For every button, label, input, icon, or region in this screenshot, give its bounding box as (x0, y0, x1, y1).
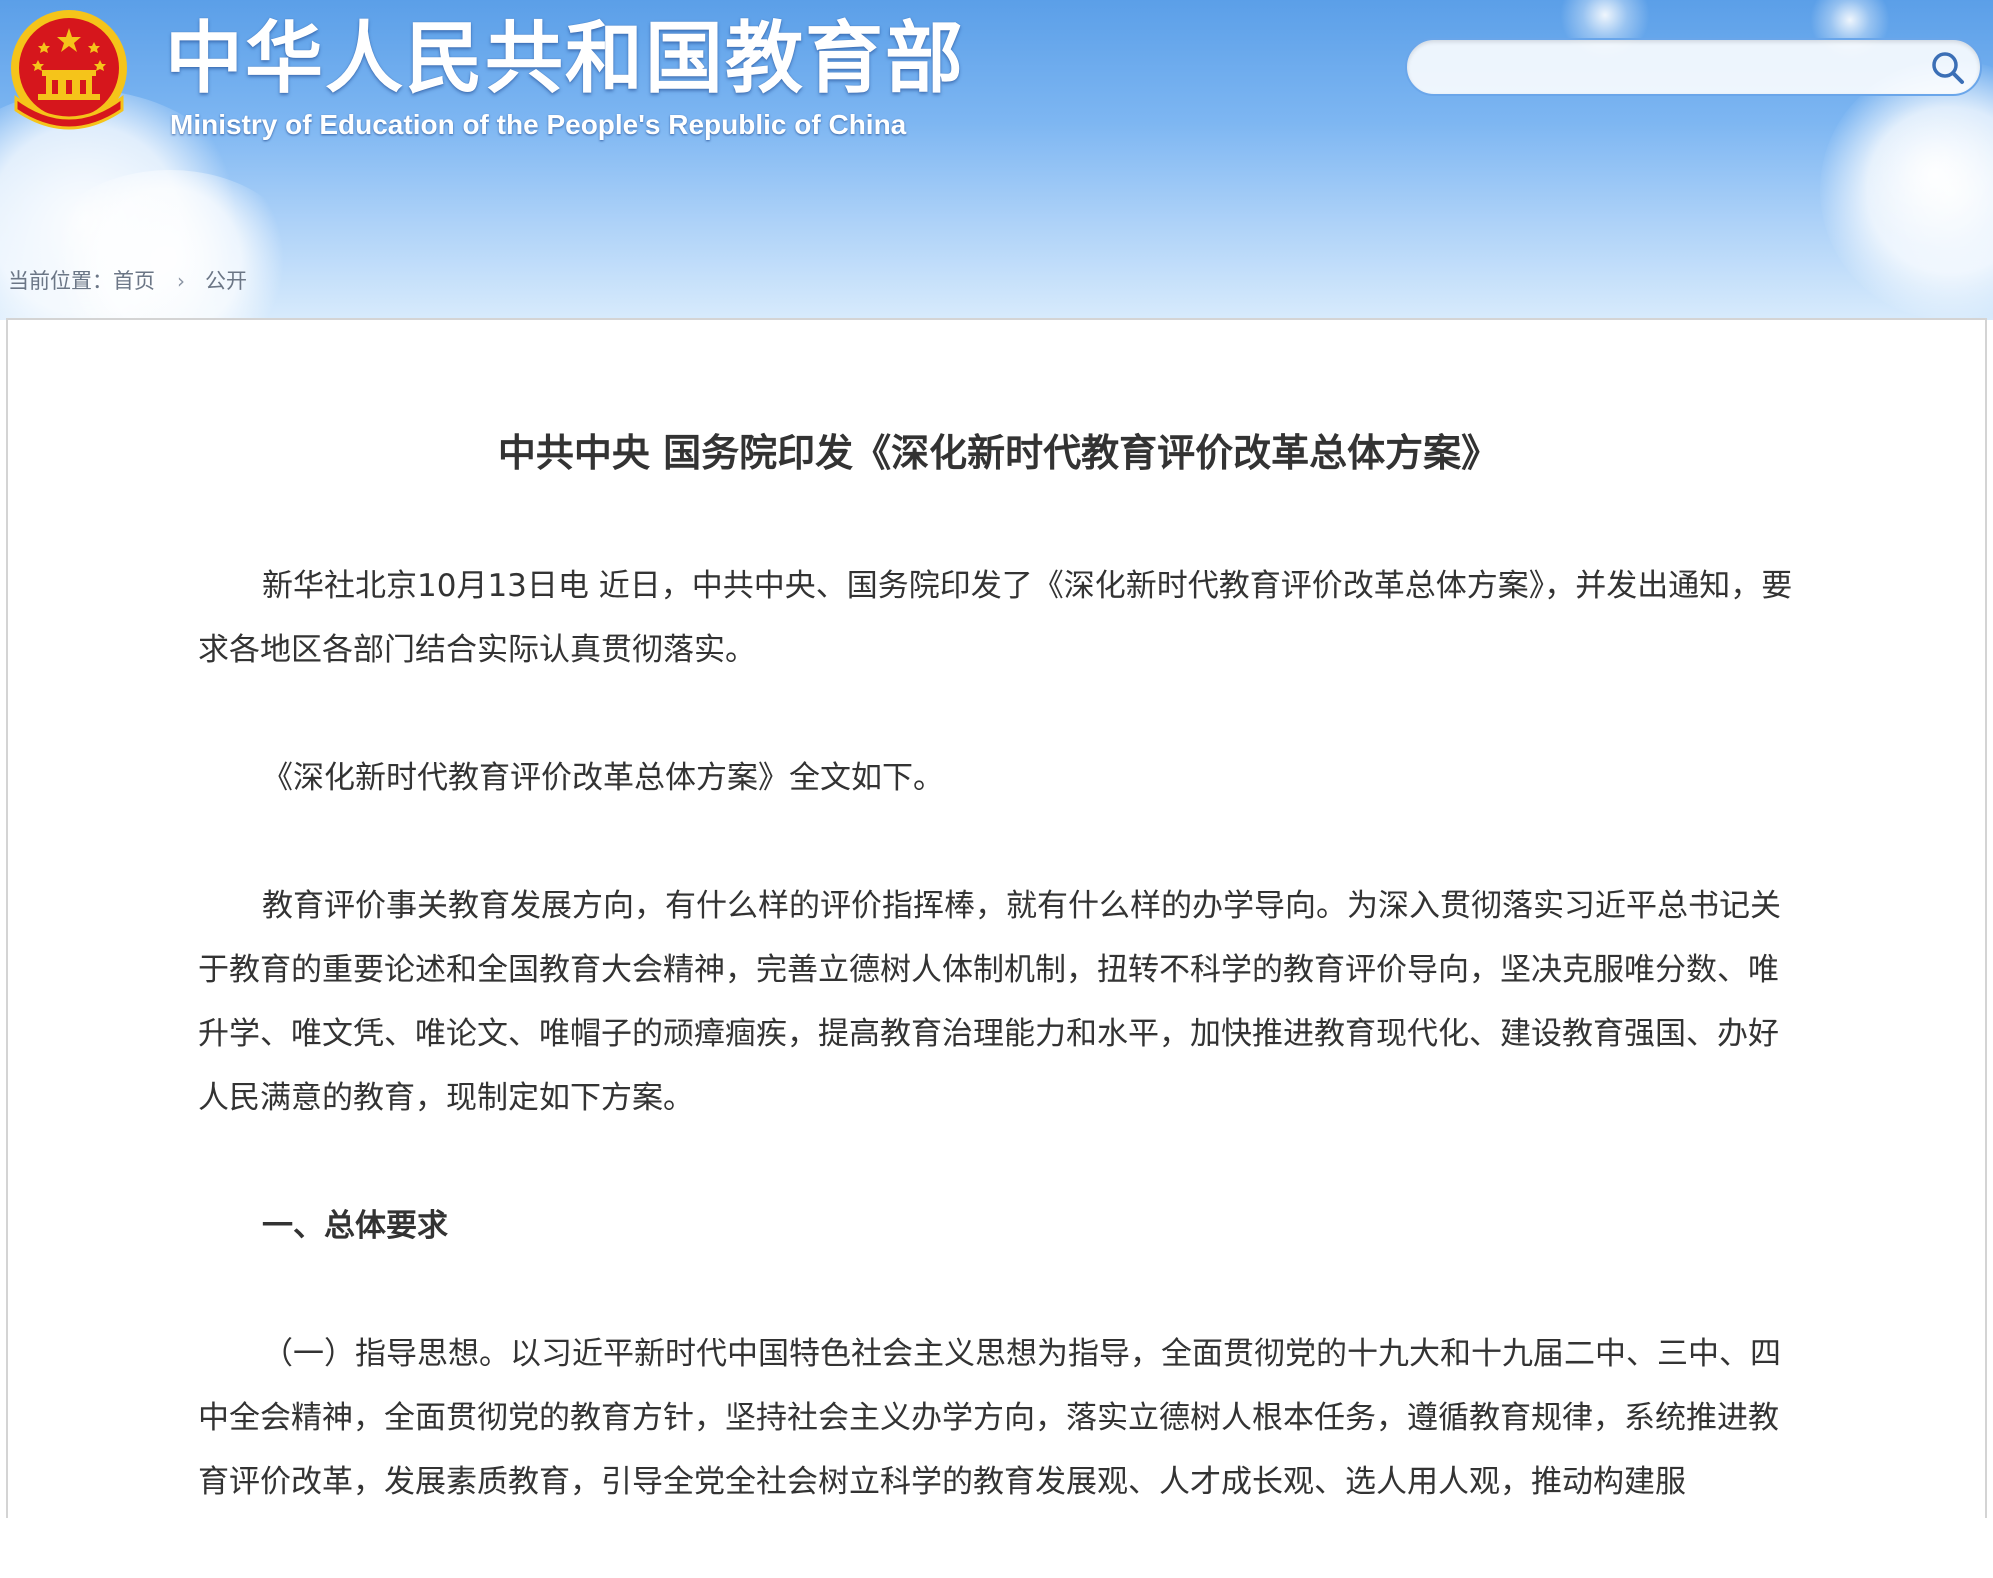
article-paragraph: 教育评价事关教育发展方向，有什么样的评价指挥棒，就有什么样的办学导向。为深入贯彻… (198, 888, 1781, 1116)
chevron-right-icon: › (177, 268, 185, 293)
article-title: 中共中央 国务院印发《深化新时代教育评价改革总体方案》 (497, 431, 1500, 475)
site-subtitle: Ministry of Education of the People's Re… (170, 109, 907, 140)
article-paragraph: 新华社北京10月13日电 近日，中共中央、国务院印发了《深化新时代教育评价改革总… (198, 568, 1793, 668)
site-header: 中华人民共和国教育部 Ministry of Education of the … (0, 0, 1993, 320)
breadcrumb-label: 当前位置： (8, 268, 113, 293)
article-paragraph: 《深化新时代教育评价改革总体方案》全文如下。 (262, 760, 944, 796)
national-emblem-icon (11, 10, 127, 130)
article-container: 中共中央 国务院印发《深化新时代教育评价改革总体方案》 新华社北京10月13日电… (6, 318, 1987, 1518)
breadcrumb-home-link[interactable]: 首页 (113, 266, 155, 296)
site-title: 中华人民共和国教育部 (165, 14, 966, 104)
section-heading: 一、总体要求 (262, 1208, 448, 1244)
search-icon[interactable] (1926, 46, 1970, 90)
breadcrumb-current-link[interactable]: 公开 (205, 266, 247, 296)
article-paragraph: （一）指导思想。以习近平新时代中国特色社会主义思想为指导，全面贯彻党的十九大和十… (198, 1336, 1781, 1500)
search-bar (1405, 38, 1982, 96)
article-body: 新华社北京10月13日电 近日，中共中央、国务院印发了《深化新时代教育评价改革总… (198, 554, 1808, 1578)
breadcrumb: 当前位置：首页 › 公开 (8, 264, 247, 296)
search-input[interactable] (1429, 48, 1903, 88)
